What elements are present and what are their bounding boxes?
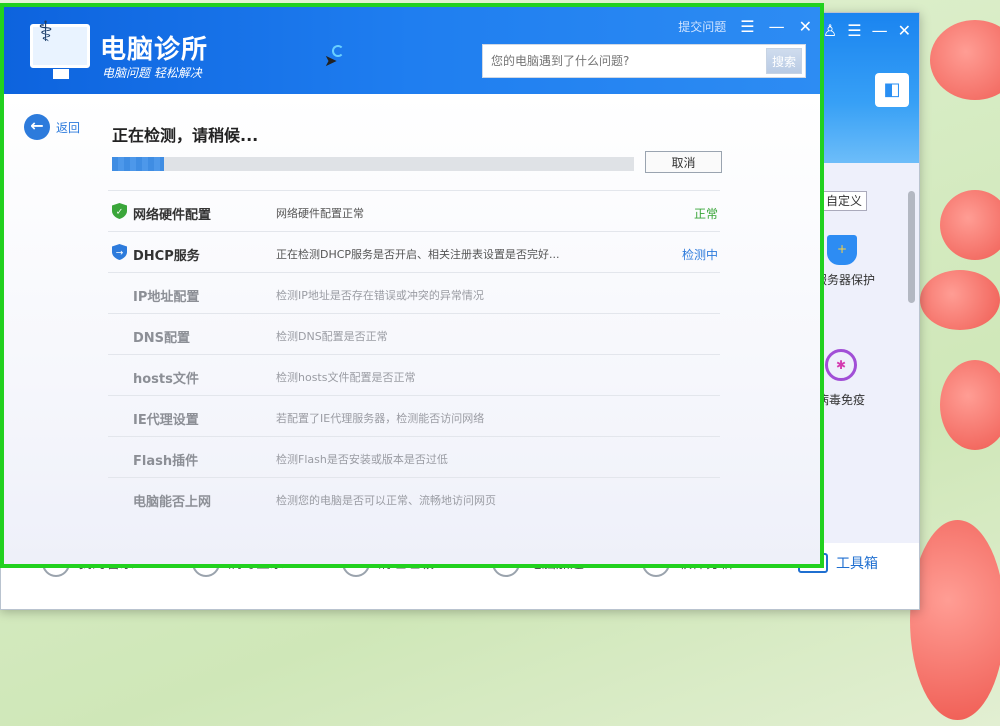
check-shield-icon: ✓ [112, 203, 127, 219]
check-description: 检测DNS配置是否正常 [276, 330, 388, 343]
check-row: Flash插件 检测Flash是否安装或版本是否过低 [108, 436, 720, 477]
back-arrow-icon: ← [24, 114, 50, 140]
check-state: 正常 [693, 207, 718, 221]
check-name: hosts文件 [133, 372, 199, 387]
scan-status-text: 正在检测，请稍候... [112, 126, 259, 145]
nav-label: 工具箱 [836, 556, 878, 572]
dialog-controls: 提交问题 ☰ — ✕ [678, 17, 812, 36]
check-state: 检测中 [681, 248, 718, 262]
check-list: ✓ 网络硬件配置 网络硬件配置正常 正常 → DHCP服务 正在检测DHCP服务是否开启、相… [108, 190, 720, 518]
close-icon[interactable]: ✕ [799, 17, 812, 36]
progress-fill [112, 157, 165, 171]
check-description: 正在检测DHCP服务是否开启、相关注册表设置是否完好... [276, 248, 560, 261]
search-input[interactable] [483, 45, 763, 77]
sidebar-toggle-icon[interactable]: ◧ [875, 73, 909, 107]
mouse-cursor-icon: ➤ [324, 51, 338, 70]
menu-icon[interactable]: ☰ [740, 17, 754, 36]
svg-text:→: → [116, 249, 124, 259]
check-row: → DHCP服务 正在检测DHCP服务是否开启、相关注册表设置是否完好... 检测中 [108, 231, 720, 272]
tool-label: 病毒免疫 [817, 393, 866, 407]
pc-clinic-dialog: ⚕ 电脑诊所 电脑问题 轻松解决 提交问题 ☰ — ✕ 搜索 ➤ ← 返回 正在… [0, 3, 824, 568]
back-button[interactable]: ← 返回 [24, 114, 80, 140]
window-controls: ♙ ☰ — ✕ [823, 21, 911, 40]
app-subtitle: 电脑问题 轻松解决 [102, 66, 202, 80]
feedback-link[interactable]: 提交问题 [678, 18, 726, 35]
check-description: 检测hosts文件配置是否正常 [276, 371, 416, 384]
scrollbar[interactable] [908, 191, 915, 303]
check-name: Flash插件 [133, 454, 199, 469]
check-row: IP地址配置 检测IP地址是否存在错误或冲突的异常情况 [108, 272, 720, 313]
check-description: 检测IP地址是否存在错误或冲突的异常情况 [276, 289, 484, 302]
check-name: 电脑能否上网 [133, 495, 212, 510]
search-button[interactable]: 搜索 [766, 48, 802, 74]
minimize-icon[interactable]: — [769, 17, 785, 36]
check-row: DNS配置 检测DNS配置是否正常 [108, 313, 720, 354]
check-row: 电脑能否上网 检测您的电脑是否可以正常、流畅地访问网页 [108, 477, 720, 518]
dialog-header: ⚕ 电脑诊所 电脑问题 轻松解决 提交问题 ☰ — ✕ 搜索 ➤ [4, 7, 820, 94]
check-name: IP地址配置 [133, 290, 200, 305]
minimize-icon[interactable]: — [872, 21, 888, 40]
arrow-shield-icon: → [112, 244, 127, 260]
check-name: 网络硬件配置 [133, 208, 212, 223]
shirt-icon[interactable]: ♙ [823, 21, 837, 40]
scan-progress-bar [112, 157, 634, 171]
check-description: 若配置了IE代理服务器，检测能否访问网络 [276, 412, 485, 425]
back-label: 返回 [56, 120, 81, 135]
check-description: 网络硬件配置正常 [276, 207, 364, 220]
check-row: IE代理设置 若配置了IE代理服务器，检测能否访问网络 [108, 395, 720, 436]
check-name: DNS配置 [133, 331, 191, 346]
cancel-button[interactable]: 取消 [645, 151, 722, 173]
dialog-body: ← 返回 正在检测，请稍候... 取消 ✓ 网络硬件配置 网络硬件配置正常 正常 → DH… [4, 94, 820, 564]
menu-icon[interactable]: ☰ [847, 21, 861, 40]
custom-button[interactable]: 自定义 [819, 191, 867, 211]
search-bar: 搜索 [482, 44, 806, 78]
check-row: hosts文件 检测hosts文件配置是否正常 [108, 354, 720, 395]
check-name: DHCP服务 [133, 249, 200, 264]
svg-text:✓: ✓ [116, 208, 124, 218]
check-description: 检测您的电脑是否可以正常、流畅地访问网页 [276, 494, 496, 507]
virus-tool[interactable]: ✱ 病毒免疫 [817, 349, 865, 408]
virus-target-icon: ✱ [825, 349, 857, 381]
close-icon[interactable]: ✕ [898, 21, 911, 40]
check-name: IE代理设置 [133, 413, 199, 428]
app-title: 电脑诊所 [100, 35, 209, 65]
check-row: ✓ 网络硬件配置 网络硬件配置正常 正常 [108, 190, 720, 231]
shield-icon: + [827, 235, 857, 265]
tool-label: 服务器保护 [815, 273, 876, 287]
stethoscope-icon: ⚕ [38, 15, 54, 48]
shield-tool[interactable]: + 服务器保护 [815, 235, 875, 288]
check-description: 检测Flash是否安装或版本是否过低 [276, 453, 448, 466]
